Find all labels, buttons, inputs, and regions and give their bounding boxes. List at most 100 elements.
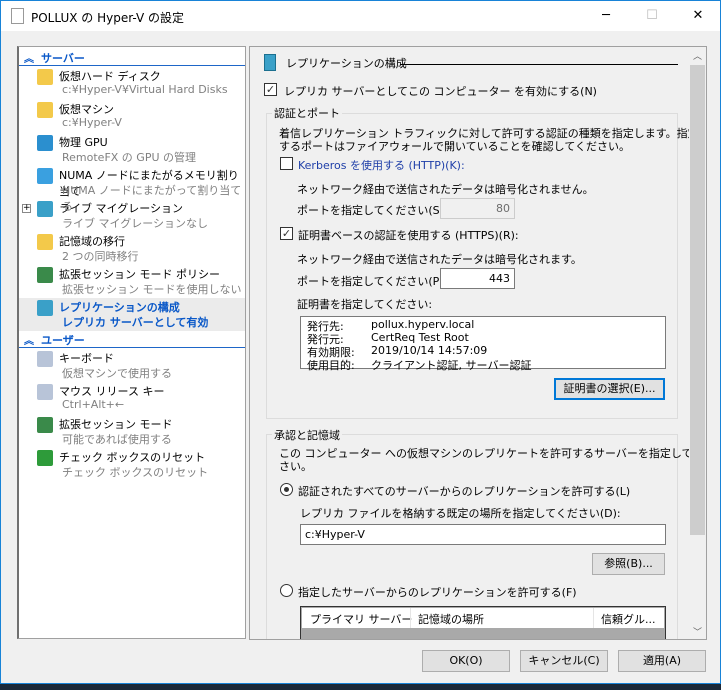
certificate-info-box: 発行先: pollux.hyperv.local 発行元: CertReq Test …	[300, 316, 666, 372]
authorization-storage-group-label: 承認と記憶域	[272, 427, 342, 443]
section-header: レプリケーションの構成	[286, 57, 407, 70]
cancel-button[interactable]: キャンセル(C)	[520, 650, 608, 672]
ok-button[interactable]: OK(O)	[422, 650, 510, 672]
kerberos-label: Kerberos を使用する (HTTP)(K):	[298, 159, 465, 172]
tree-item-subtitle: Ctrl+Alt+←	[62, 398, 125, 411]
allow-all-servers-radio[interactable]	[280, 483, 293, 496]
tree-item[interactable]: レプリケーションの構成レプリカ サーバーとして有効	[19, 298, 245, 331]
https-port-input[interactable]: 443	[440, 268, 515, 289]
allow-specified-servers-label: 指定したサーバーからのレプリケーションを許可する(F)	[298, 586, 577, 599]
vertical-scrollbar[interactable]: ︿ ﹀	[689, 47, 706, 639]
enable-replica-label: レプリカ サーバーとしてこの コンピューター を有効にする(N)	[284, 85, 597, 98]
servers-table-header: プライマリ サーバー 記憶域の場所 信頼グル...	[302, 608, 664, 628]
collapse-icon: ︽	[24, 336, 34, 347]
kerberos-port-input[interactable]: 80	[440, 198, 515, 219]
minimize-button[interactable]: ─	[583, 1, 629, 31]
tree-item[interactable]: + ライブ マイグレーションライブ マイグレーションなし	[19, 199, 245, 232]
column-divider	[410, 608, 411, 628]
tree-item[interactable]: 仮想ハード ディスク c:¥Hyper-V¥Virtual Hard Disks	[19, 67, 245, 100]
allow-all-servers-label: 認証されたすべてのサーバーからのレプリケーションを許可する(L)	[298, 485, 631, 498]
cert-field-value: 2019/10/14 14:57:09	[371, 344, 488, 357]
scroll-down-icon[interactable]: ﹀	[693, 625, 702, 638]
scrollbar-thumb[interactable]	[690, 65, 705, 535]
column-trust-group[interactable]: 信頼グル...	[601, 611, 656, 627]
settings-app-icon	[11, 8, 24, 24]
enhanced-session-icon	[37, 417, 53, 433]
expand-icon[interactable]: +	[22, 204, 31, 213]
settings-tree: ︽ サーバー 仮想ハード ディスク c:¥Hyper-V¥Virtual Hard …	[17, 46, 246, 639]
window-title: POLLUX の Hyper-V の設定	[31, 11, 185, 25]
tree-item-title: 物理 GPU	[59, 136, 108, 149]
https-checkbox[interactable]: ✓	[280, 227, 293, 240]
keyboard-icon	[37, 351, 53, 367]
scroll-up-icon[interactable]: ︿	[693, 49, 702, 62]
https-port-label: ポートを指定してください(P):	[297, 275, 448, 288]
kerberos-note: ネットワーク経由で送信されたデータは暗号化されません。	[297, 183, 594, 196]
tree-item-subtitle: 仮想マシンで使用する	[62, 367, 172, 380]
tree-item[interactable]: 拡張セッション モード ポリシー拡張セッション モードを使用しない	[19, 265, 245, 298]
tree-item-title: チェック ボックスのリセット	[59, 451, 206, 464]
enable-replica-checkbox[interactable]: ✓	[264, 83, 277, 96]
storage-description: この コンピューター への仮想マシンのレプリケートを許可するサーバーを指定してく…	[279, 447, 707, 460]
cert-field-value: クライアント認証, サーバー認証	[371, 359, 532, 372]
select-certificate-button[interactable]: 証明書の選択(E)...	[554, 378, 665, 400]
live-migration-icon	[37, 201, 53, 217]
mouse-release-icon	[37, 384, 53, 400]
tree-item[interactable]: 記憶域の移行 2 つの同時移行	[19, 232, 245, 265]
location-input[interactable]: c:¥Hyper-V	[300, 524, 666, 545]
column-primary-server[interactable]: プライマリ サーバー	[310, 611, 412, 627]
taskbar-strip	[0, 684, 721, 690]
column-divider	[593, 608, 594, 628]
allow-specified-servers-radio[interactable]	[280, 584, 293, 597]
column-storage-location[interactable]: 記憶域の場所	[418, 611, 484, 627]
reset-checkbox-icon	[37, 450, 53, 466]
storage-description-2: さい。	[279, 460, 312, 473]
browse-button[interactable]: 参照(B)...	[592, 553, 665, 575]
tree-item-title: レプリケーションの構成	[59, 301, 180, 314]
tree-item[interactable]: 物理 GPU RemoteFX の GPU の管理	[19, 133, 245, 166]
tree-item[interactable]: 拡張セッション モード 可能であれば使用する	[19, 415, 245, 448]
tree-item-title: 拡張セッション モード	[59, 418, 173, 431]
https-label: 証明書ベースの認証を使用する (HTTPS)(R):	[298, 229, 519, 242]
monitor-icon	[37, 168, 53, 184]
tree-item-title: マウス リリース キー	[59, 385, 165, 398]
tree-item-subtitle: c:¥Hyper-V¥Virtual Hard Disks	[62, 83, 228, 96]
tree-item-title: 記憶域の移行	[59, 235, 125, 248]
storage-migration-icon	[37, 234, 53, 250]
details-pane: レプリケーションの構成 ✓ レプリカ サーバーとしてこの コンピューター を有効…	[249, 46, 707, 640]
tree-item-subtitle: レプリカ サーバーとして有効	[62, 316, 209, 329]
virtual-machine-folder-icon	[37, 102, 53, 118]
tree-item-title: キーボード	[59, 352, 114, 365]
tree-item[interactable]: NUMA ノードにまたがるメモリ割り当て NUMA ノードにまたがって割り当てる	[19, 166, 245, 213]
tree-item[interactable]: 仮想マシン c:¥Hyper-V	[19, 100, 245, 133]
auth-description-2: するポートはファイアウォールで開いていることを確認してください。	[279, 140, 631, 153]
section-user[interactable]: ︽ ユーザー	[19, 331, 245, 348]
maximize-button[interactable]: ☐	[629, 1, 675, 31]
tree-item-title: 仮想マシン	[59, 103, 114, 116]
apply-button[interactable]: 適用(A)	[618, 650, 706, 672]
kerberos-checkbox[interactable]	[280, 157, 293, 170]
location-label: レプリカ ファイルを格納する既定の場所を指定してください(D):	[300, 507, 621, 520]
auth-port-group-label: 認証とポート	[272, 105, 342, 121]
tree-item-title: ライブ マイグレーション	[59, 202, 184, 215]
cert-label: 証明書を指定してください:	[297, 298, 433, 311]
section-server[interactable]: ︽ サーバー	[19, 49, 245, 66]
settings-window: POLLUX の Hyper-V の設定 ─ ☐ ✕ ︽ サーバー 仮想ハード デ…	[0, 0, 721, 684]
servers-table: プライマリ サーバー 記憶域の場所 信頼グル...	[300, 606, 666, 639]
tree-item-subtitle: 拡張セッション モードを使用しない	[62, 283, 242, 296]
cert-field-value: CertReq Test Root	[371, 331, 469, 344]
virtual-disk-icon	[37, 69, 53, 85]
header-divider	[400, 64, 678, 65]
tree-item-subtitle: チェック ボックスのリセット	[62, 466, 209, 479]
tree-item[interactable]: チェック ボックスのリセット チェック ボックスのリセット	[19, 448, 245, 481]
tree-item[interactable]: キーボード仮想マシンで使用する	[19, 349, 245, 382]
collapse-icon: ︽	[24, 54, 34, 65]
tree-item-title: 拡張セッション モード ポリシー	[59, 268, 220, 281]
https-note: ネットワーク経由で送信されたデータは暗号化されます。	[297, 253, 582, 266]
tree-item-subtitle: ライブ マイグレーションなし	[62, 217, 209, 230]
close-button[interactable]: ✕	[675, 1, 721, 31]
tree-item-subtitle: c:¥Hyper-V	[62, 116, 122, 129]
replication-icon	[264, 54, 276, 71]
tree-item[interactable]: マウス リリース キー Ctrl+Alt+←	[19, 382, 245, 415]
cert-field-value: pollux.hyperv.local	[371, 318, 475, 331]
